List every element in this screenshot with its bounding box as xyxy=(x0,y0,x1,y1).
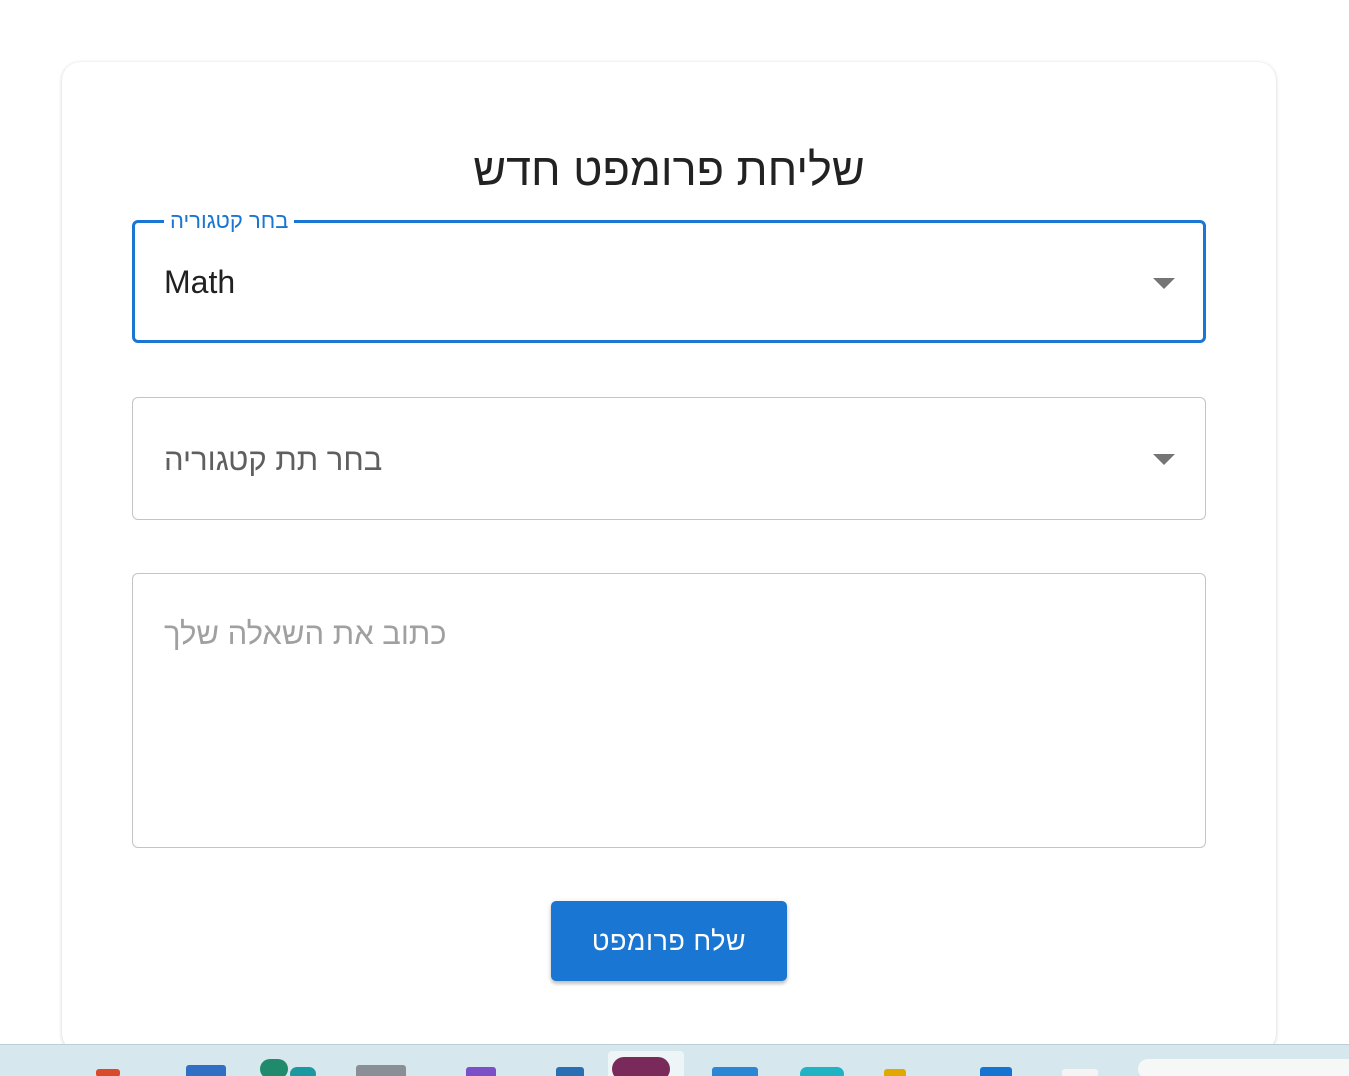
tray-area[interactable] xyxy=(1138,1059,1349,1076)
app-icon[interactable] xyxy=(1062,1069,1098,1076)
app-icon[interactable] xyxy=(612,1057,670,1076)
app-icon[interactable] xyxy=(96,1069,120,1076)
app-icon[interactable] xyxy=(466,1067,496,1076)
app-icon[interactable] xyxy=(290,1067,316,1076)
category-select[interactable] xyxy=(132,220,1206,343)
caret-down-icon[interactable] xyxy=(1153,278,1175,289)
category-select-label: בחר קטגוריה xyxy=(164,208,295,234)
app-icon[interactable] xyxy=(980,1067,1012,1076)
subcategory-select-placeholder: בחר תת קטגוריה xyxy=(164,442,383,477)
category-select-value: Math xyxy=(164,264,236,300)
app-icon[interactable] xyxy=(556,1067,584,1076)
app-icon[interactable] xyxy=(884,1069,906,1076)
app-icon[interactable] xyxy=(186,1065,226,1076)
app-icon[interactable] xyxy=(800,1067,844,1076)
app-icon[interactable] xyxy=(712,1067,758,1076)
taskbar xyxy=(0,1044,1349,1076)
app-icon[interactable] xyxy=(260,1059,288,1076)
caret-down-icon[interactable] xyxy=(1153,454,1175,465)
send-prompt-button[interactable]: שלח פרומפט xyxy=(551,901,787,981)
app-icon[interactable] xyxy=(356,1065,406,1076)
question-textarea-placeholder: כתוב את השאלה שלך xyxy=(164,616,447,651)
page-title: שליחת פרומפט חדש xyxy=(473,144,865,195)
